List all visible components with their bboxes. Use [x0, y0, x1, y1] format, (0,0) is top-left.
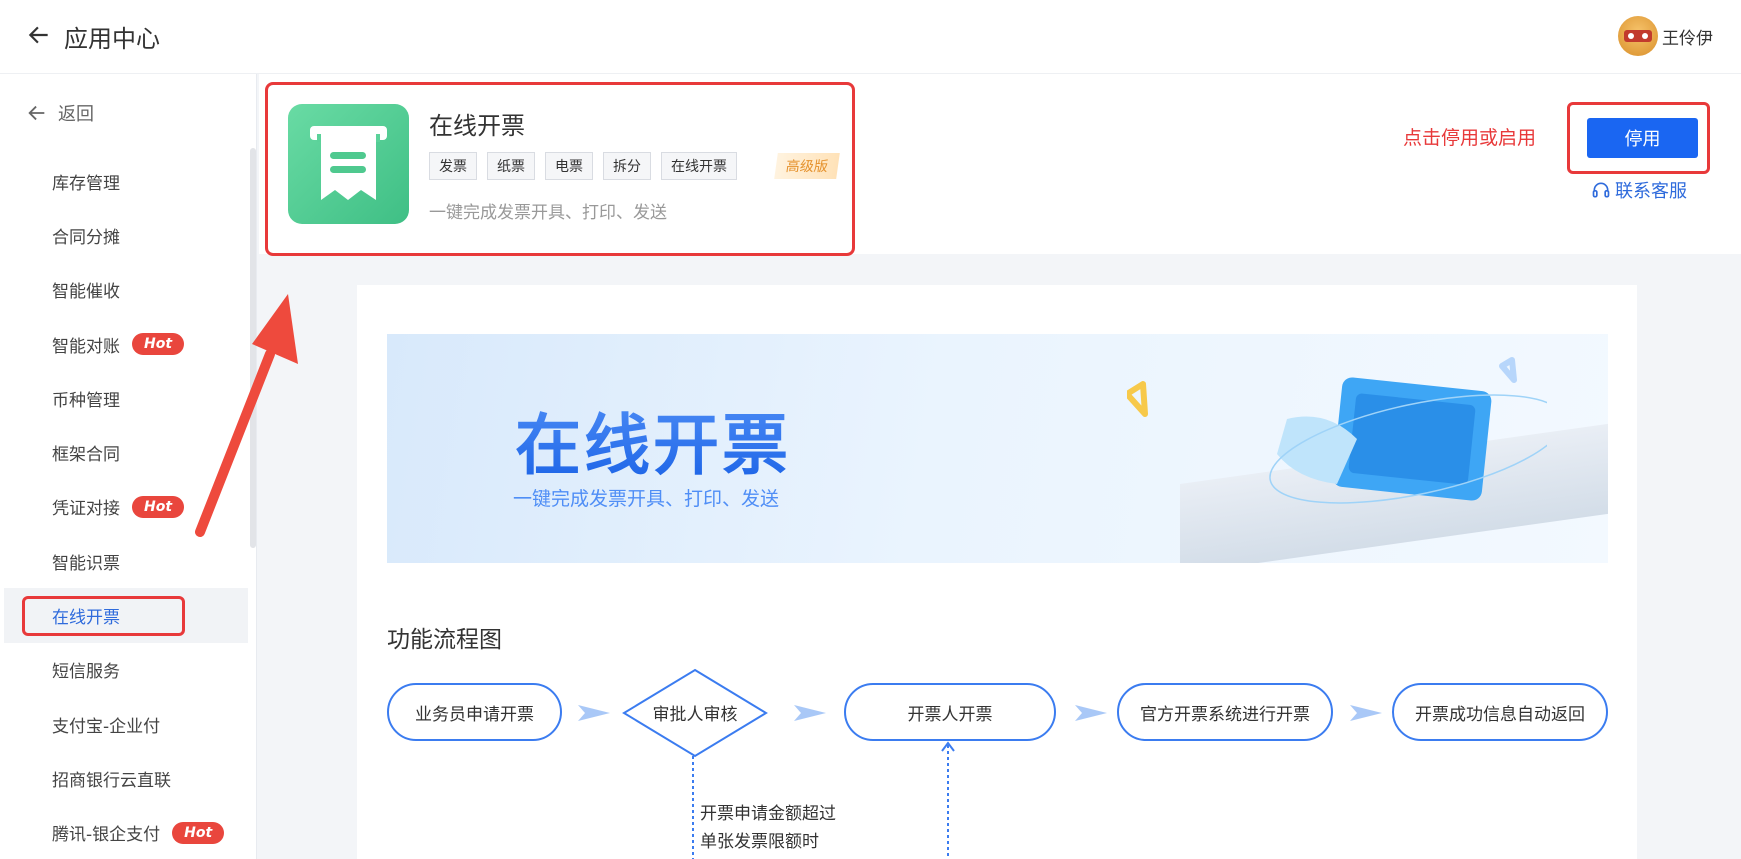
contact-service-label: 联系客服 [1615, 181, 1687, 202]
sidebar-item-label: 合同分摊 [52, 227, 120, 248]
flow-arrow-icon [1075, 705, 1107, 721]
sidebar-item[interactable]: 库存管理 [0, 154, 248, 208]
hot-badge: Hot [172, 821, 225, 844]
flow-arrow-icon [1350, 705, 1382, 721]
sidebar-item-label: 智能催收 [52, 282, 120, 303]
app-tag: 拆分 [603, 152, 651, 180]
sidebar-item[interactable]: 短信服务 [0, 643, 248, 697]
flow-dotted-arrow [941, 741, 955, 859]
sidebar-back-button[interactable]: 返回 [26, 100, 94, 126]
flow-note: 开票申请金额超过 单张发票限额时 [700, 800, 836, 856]
sidebar-item[interactable]: 币种管理 [0, 371, 248, 425]
banner-illustration [1127, 357, 1547, 504]
flow-node-apply: 业务员申请开票 [387, 683, 562, 741]
user-name[interactable]: 王伶伊 [1662, 24, 1713, 49]
back-arrow-icon [28, 105, 45, 121]
flow-node-return: 开票成功信息自动返回 [1392, 683, 1608, 741]
sidebar-item-label: 智能识票 [52, 553, 120, 574]
sidebar-item[interactable]: 凭证对接 Hot [0, 480, 248, 534]
sidebar-item[interactable]: 支付宝-企业付 [0, 697, 248, 751]
sidebar: 返回 库存管理合同分摊智能催收智能对账 Hot 币种管理框架合同凭证对接 Hot 智能识… [0, 74, 257, 859]
app-name: 在线开票 [429, 112, 525, 140]
back-arrow-icon[interactable] [26, 22, 52, 48]
sidebar-item-label: 招商银行云直联 [52, 770, 171, 791]
sidebar-item-label: 框架合同 [52, 445, 120, 466]
page-title: 应用中心 [64, 25, 160, 53]
flow-dotted-line [692, 756, 694, 859]
sidebar-item[interactable]: 招商银行云直联 [0, 751, 248, 805]
avatar[interactable] [1618, 16, 1658, 56]
feature-banner: 在线开票 一键完成发票开具、打印、发送 [387, 334, 1608, 563]
sidebar-scrollbar[interactable] [250, 148, 256, 548]
hot-badge: Hot [132, 495, 185, 518]
top-bar: 应用中心 王伶伊 [0, 0, 1741, 74]
flow-title: 功能流程图 [387, 627, 502, 653]
banner-subtitle: 一键完成发票开具、打印、发送 [513, 488, 780, 510]
sidebar-item-label: 腾讯-银企支付 [52, 825, 161, 846]
app-tag: 电票 [545, 152, 593, 180]
user-menu[interactable]: 王伶伊 [1618, 16, 1713, 56]
banner-title: 在线开票 [515, 392, 791, 488]
app-tag: 纸票 [487, 152, 535, 180]
annotation-hint: 点击停用或启用 [1403, 127, 1537, 149]
app-tags: 发票 纸票 电票 拆分 在线开票 [429, 152, 737, 180]
sidebar-item[interactable]: 智能对账 Hot [0, 317, 248, 371]
sidebar-item-label: 凭证对接 [52, 499, 120, 520]
app-tag: 发票 [429, 152, 477, 180]
sidebar-item-label: 在线开票 [52, 608, 120, 629]
sidebar-item-label: 支付宝-企业付 [52, 716, 161, 737]
flow-node-official-system: 官方开票系统进行开票 [1117, 683, 1333, 741]
flow-arrow-icon [794, 705, 826, 721]
flow-node-issue: 开票人开票 [844, 683, 1056, 741]
contact-service-link[interactable]: 联系客服 [1591, 177, 1687, 203]
sidebar-item[interactable]: 合同分摊 [0, 208, 248, 262]
level-badge: 高级版 [774, 153, 840, 179]
sidebar-back-label: 返回 [58, 104, 94, 125]
app-tag: 在线开票 [661, 152, 737, 180]
sidebar-item[interactable]: 智能催收 [0, 263, 248, 317]
sidebar-list: 库存管理合同分摊智能催收智能对账 Hot 币种管理框架合同凭证对接 Hot 智能识票在线… [0, 154, 248, 859]
sidebar-item[interactable]: 腾讯-银企支付 Hot [0, 806, 248, 859]
sidebar-item[interactable]: 智能识票 [0, 534, 248, 588]
app-description: 一键完成发票开具、打印、发送 [429, 203, 667, 223]
sidebar-item-label: 智能对账 [52, 336, 120, 357]
headset-icon [1592, 182, 1610, 198]
sidebar-item-label: 短信服务 [52, 662, 120, 683]
flow-node-review: 审批人审核 [652, 705, 738, 725]
sidebar-item-label: 币种管理 [52, 390, 120, 411]
flow-note-line: 单张发票限额时 [700, 832, 819, 852]
hot-badge: Hot [132, 333, 185, 356]
flow-note-line: 开票申请金额超过 [700, 804, 836, 824]
sidebar-item[interactable]: 在线开票 [4, 588, 248, 643]
sidebar-item-label: 库存管理 [52, 173, 120, 194]
disable-button[interactable]: 停用 [1587, 118, 1698, 158]
sidebar-item[interactable]: 框架合同 [0, 425, 248, 479]
flow-arrow-icon [578, 705, 610, 721]
invoice-app-icon [288, 104, 409, 224]
